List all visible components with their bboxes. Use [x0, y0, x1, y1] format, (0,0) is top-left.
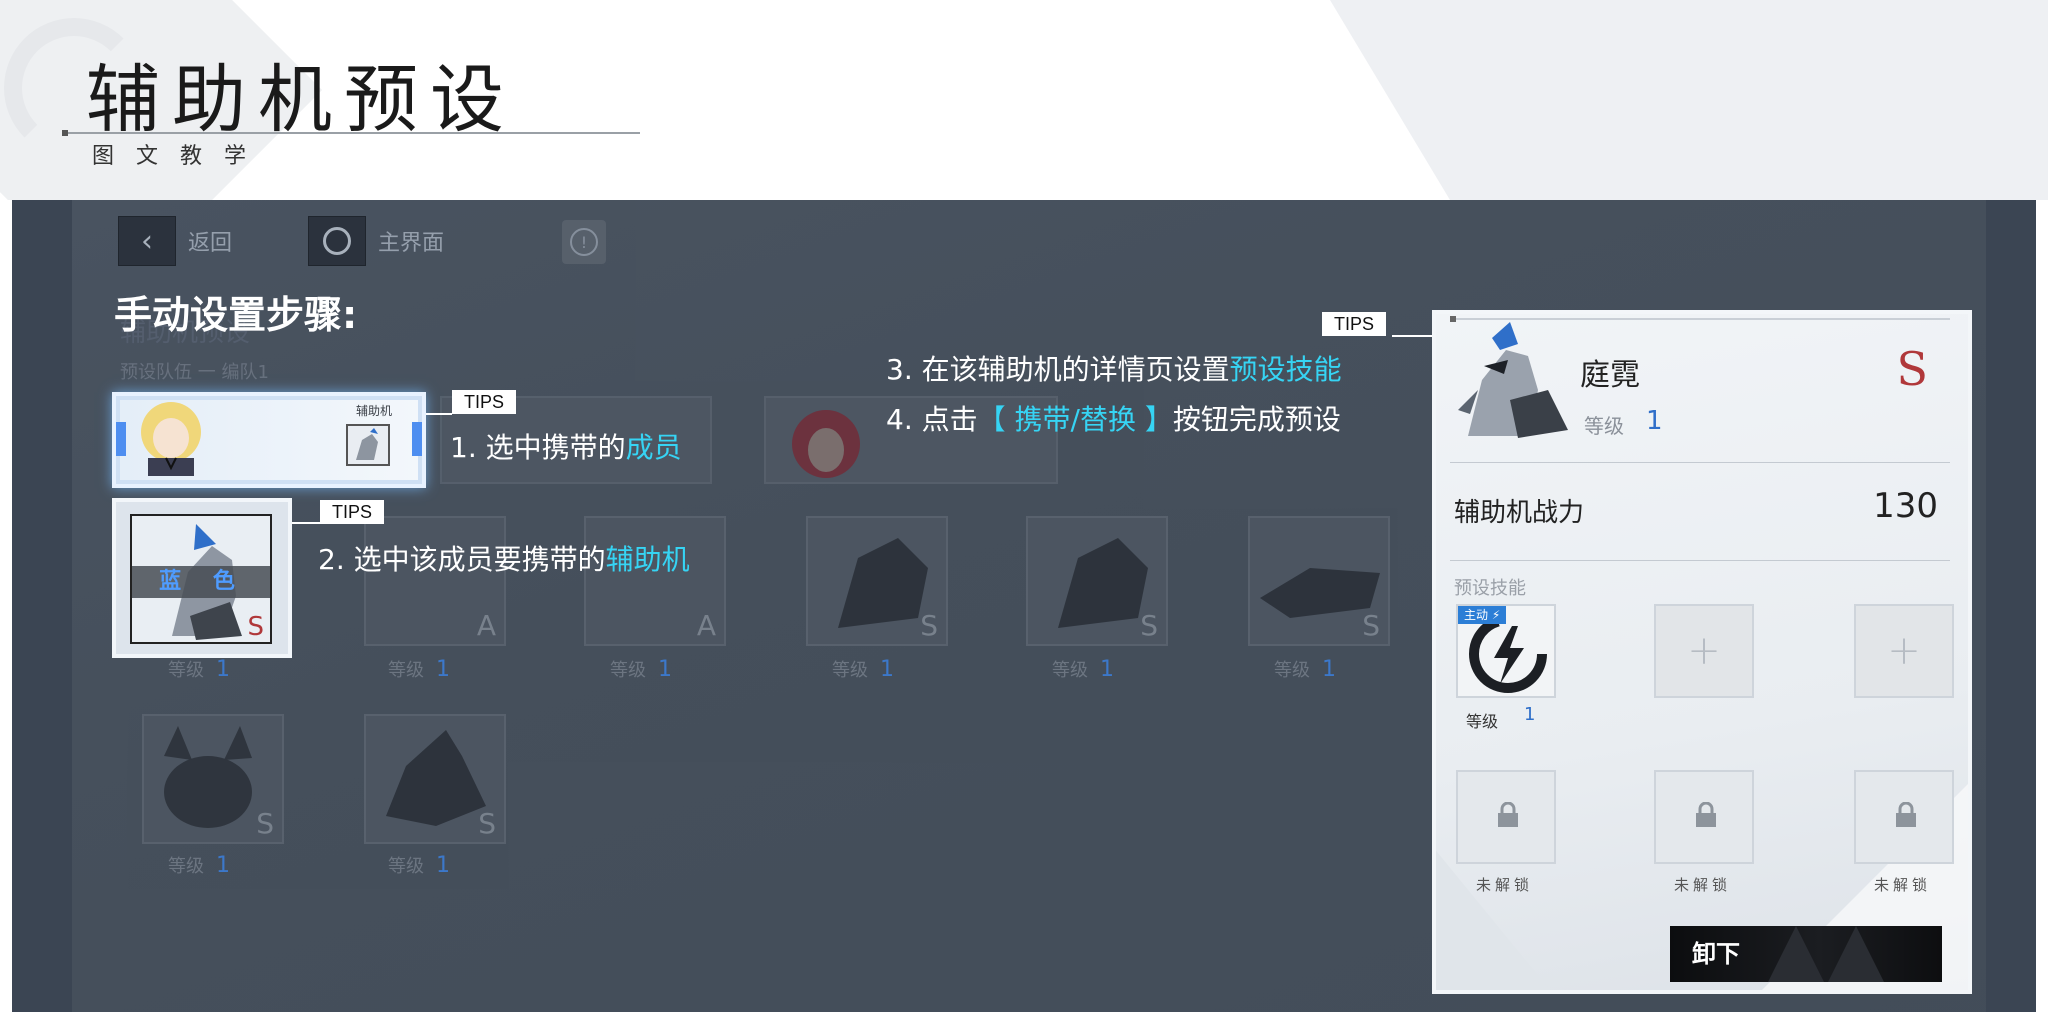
mech-frame: 蓝 色 S: [130, 514, 272, 644]
tips-connector: [1392, 335, 1432, 337]
character-portrait: [792, 410, 860, 478]
mech-slot[interactable]: A: [584, 516, 726, 646]
skill-slot-locked[interactable]: [1654, 770, 1754, 864]
lock-icon: [1498, 802, 1518, 827]
home-label: 主界面: [378, 231, 445, 256]
lock-icon: [1696, 802, 1716, 827]
tips-label: TIPS: [452, 390, 517, 414]
title-divider: [62, 132, 640, 134]
mech-slot[interactable]: A: [364, 516, 506, 646]
member-card-tag: 辅助机: [355, 404, 392, 418]
tips-label: TIPS: [1322, 312, 1387, 336]
mech-level: 等级 1: [168, 853, 230, 878]
skill-slot-empty[interactable]: +: [1854, 604, 1954, 698]
mech-slot[interactable]: S: [142, 714, 284, 844]
title-divider-dot: [62, 130, 68, 136]
decor-shape: [1330, 0, 1450, 200]
skill-slot-locked[interactable]: [1456, 770, 1556, 864]
mech-slot[interactable]: S: [364, 714, 506, 844]
card-edge-marker: [116, 422, 126, 456]
active-skill-badge: 主动 ⚡: [1458, 606, 1507, 624]
tutorial-screenshot: ‹ 返回 主界面 ! 辅助机预设 预设队伍 一 编队1 A 等级 1 A 等级 …: [12, 200, 2036, 1012]
character-portrait: [141, 402, 201, 476]
skill-level-label: 等级: [1466, 712, 1499, 731]
locked-label: 未解锁: [1874, 876, 1932, 894]
tips-label: TIPS: [320, 500, 385, 524]
mech-avatar: [1458, 322, 1568, 438]
selected-member-card[interactable]: 辅助机: [112, 392, 426, 488]
home-button[interactable]: 主界面: [308, 216, 444, 266]
mech-detail-panel: 庭霓 S 等级 1 辅助机战力 130 预设技能 主动 ⚡ 等级 1 + + 未…: [1432, 310, 1972, 994]
title-area: 辅助机预设 图文教学: [0, 0, 2048, 200]
divider: [1450, 462, 1950, 463]
page-subtitle: 图文教学: [92, 144, 269, 169]
mech-grade: A: [476, 609, 496, 642]
divider: [1450, 560, 1950, 561]
button-decor: [1768, 926, 1824, 982]
mech-color-label: 蓝 色: [132, 566, 270, 598]
selected-mech-card[interactable]: 蓝 色 S: [112, 498, 292, 658]
skill-slot-empty[interactable]: +: [1654, 604, 1754, 698]
button-decor: [1828, 926, 1884, 982]
power-value: 130: [1873, 486, 1938, 526]
skill-level-value: 1: [1524, 704, 1536, 725]
tips-connector: [426, 413, 452, 415]
plus-icon: +: [1887, 628, 1921, 674]
back-arrow-icon: ‹: [118, 216, 176, 266]
plus-icon: +: [1687, 628, 1721, 674]
mech-grade: S: [478, 807, 496, 840]
mech-level: 等级 1: [610, 657, 672, 682]
mech-name: 庭霓: [1580, 358, 1640, 393]
home-circle-icon: [308, 216, 366, 266]
step-2: 2. 选中该成员要携带的辅助机: [318, 543, 690, 576]
mech-grade: S: [247, 612, 264, 642]
mini-mech-icon: [346, 424, 390, 466]
selected-mech-level: 等级 1: [168, 657, 230, 682]
info-button[interactable]: !: [562, 220, 606, 264]
faded-team-label: 预设队伍 一 编队1: [120, 362, 269, 383]
back-button[interactable]: ‹ 返回: [118, 216, 232, 266]
page-title: 辅助机预设: [86, 57, 516, 143]
mech-level: 等级 1: [388, 853, 450, 878]
step-4: 4. 点击【 携带/替换 】按钮完成预设: [886, 403, 1341, 436]
mech-level-label: 等级: [1584, 414, 1624, 438]
mech-grade: S: [256, 807, 274, 840]
skill-slot-locked[interactable]: [1854, 770, 1954, 864]
decor-shape: [1450, 0, 2048, 200]
lock-icon: [1896, 802, 1916, 827]
mech-level: 等级 1: [832, 657, 894, 682]
unload-button-label: 卸下: [1692, 940, 1740, 968]
mech-grade: A: [696, 609, 716, 642]
back-label: 返回: [188, 231, 233, 256]
unload-button[interactable]: 卸下: [1670, 926, 1942, 982]
mech-level-value: 1: [1646, 406, 1663, 436]
preset-skills-label: 预设技能: [1454, 578, 1526, 599]
step-1: 1. 选中携带的成员: [450, 431, 682, 464]
mech-grade: S: [1140, 609, 1158, 642]
mech-grade: S: [920, 609, 938, 642]
mech-grade: S: [1362, 609, 1380, 642]
card-edge-marker: [412, 422, 422, 456]
tips-connector: [292, 522, 320, 524]
mech-level: 等级 1: [388, 657, 450, 682]
skill-slot-active[interactable]: 主动 ⚡: [1456, 604, 1556, 698]
steps-heading: 手动设置步骤:: [114, 293, 358, 337]
mech-slot[interactable]: S: [1026, 516, 1168, 646]
locked-label: 未解锁: [1674, 876, 1732, 894]
mech-level: 等级 1: [1274, 657, 1336, 682]
step-3: 3. 在该辅助机的详情页设置预设技能: [886, 353, 1342, 386]
mech-slot[interactable]: S: [806, 516, 948, 646]
info-icon: !: [570, 228, 598, 256]
locked-label: 未解锁: [1476, 876, 1534, 894]
mech-grade-badge: S: [1896, 342, 1928, 396]
mech-level: 等级 1: [1052, 657, 1114, 682]
power-label: 辅助机战力: [1454, 498, 1585, 528]
mech-slot[interactable]: S: [1248, 516, 1390, 646]
